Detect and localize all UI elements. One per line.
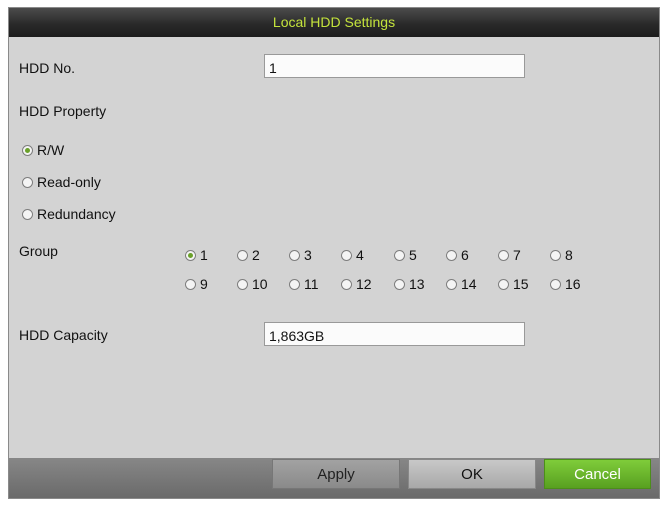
radio-redundancy-label: Redundancy [37,206,116,222]
dialog-title: Local HDD Settings [9,8,659,37]
radio-button-icon[interactable] [341,249,352,261]
radio-button-icon[interactable] [237,249,248,261]
group-option-label: 14 [461,276,477,292]
group-option-label: 8 [565,247,573,263]
group-option-label: 13 [409,276,425,292]
radio-button-icon[interactable] [289,249,300,261]
radio-button-icon[interactable] [550,278,561,290]
radio-read-only[interactable]: Read-only [22,174,101,190]
radio-button-icon[interactable] [550,249,561,261]
group-option-11[interactable]: 11 [289,276,319,292]
radio-button-icon[interactable] [22,176,33,188]
dialog-body: HDD No. HDD Property R/W Read-only Redun… [9,37,659,458]
radio-button-icon[interactable] [498,249,509,261]
radio-button-icon[interactable] [185,249,196,261]
group-option-7[interactable]: 7 [498,247,521,263]
group-option-16[interactable]: 16 [550,276,581,292]
group-option-13[interactable]: 13 [394,276,425,292]
group-option-2[interactable]: 2 [237,247,260,263]
group-option-15[interactable]: 15 [498,276,529,292]
radio-rw[interactable]: R/W [22,142,64,158]
group-option-label: 6 [461,247,469,263]
radio-button-icon[interactable] [394,278,405,290]
hdd-capacity-field[interactable] [264,322,525,346]
group-option-6[interactable]: 6 [446,247,469,263]
group-option-label: 4 [356,247,364,263]
cancel-button[interactable]: Cancel [544,459,651,489]
hdd-no-field[interactable] [264,54,525,78]
group-option-label: 9 [200,276,208,292]
radio-button-icon[interactable] [394,249,405,261]
radio-button-icon[interactable] [22,208,33,220]
group-option-1[interactable]: 1 [185,247,208,263]
hdd-property-label: HDD Property [19,103,107,119]
radio-rw-label: R/W [37,142,65,158]
radio-read-only-label: Read-only [37,174,101,190]
group-option-9[interactable]: 9 [185,276,208,292]
group-option-5[interactable]: 5 [394,247,417,263]
local-hdd-settings-dialog: Local HDD Settings HDD No. HDD Property … [8,7,660,499]
group-option-label: 10 [252,276,268,292]
group-option-3[interactable]: 3 [289,247,312,263]
ok-button[interactable]: OK [408,459,536,489]
group-option-label: 5 [409,247,417,263]
hdd-capacity-label: HDD Capacity [19,327,108,343]
hdd-no-label: HDD No. [19,60,76,76]
radio-redundancy[interactable]: Redundancy [22,206,116,222]
group-label: Group [19,243,58,259]
group-option-10[interactable]: 10 [237,276,268,292]
group-option-label: 16 [565,276,581,292]
radio-button-icon[interactable] [341,278,352,290]
group-option-label: 1 [200,247,208,263]
radio-button-icon[interactable] [446,249,457,261]
group-option-label: 12 [356,276,372,292]
group-option-12[interactable]: 12 [341,276,372,292]
group-option-8[interactable]: 8 [550,247,573,263]
radio-button-icon[interactable] [237,278,248,290]
radio-button-icon[interactable] [185,278,196,290]
radio-button-icon[interactable] [446,278,457,290]
group-option-label: 3 [304,247,312,263]
radio-button-icon[interactable] [22,144,33,156]
group-option-14[interactable]: 14 [446,276,477,292]
group-option-label: 15 [513,276,529,292]
radio-button-icon[interactable] [498,278,509,290]
group-option-label: 2 [252,247,260,263]
group-option-label: 7 [513,247,521,263]
group-option-4[interactable]: 4 [341,247,364,263]
apply-button[interactable]: Apply [272,459,400,489]
radio-button-icon[interactable] [289,278,300,290]
group-option-label: 11 [304,276,319,292]
